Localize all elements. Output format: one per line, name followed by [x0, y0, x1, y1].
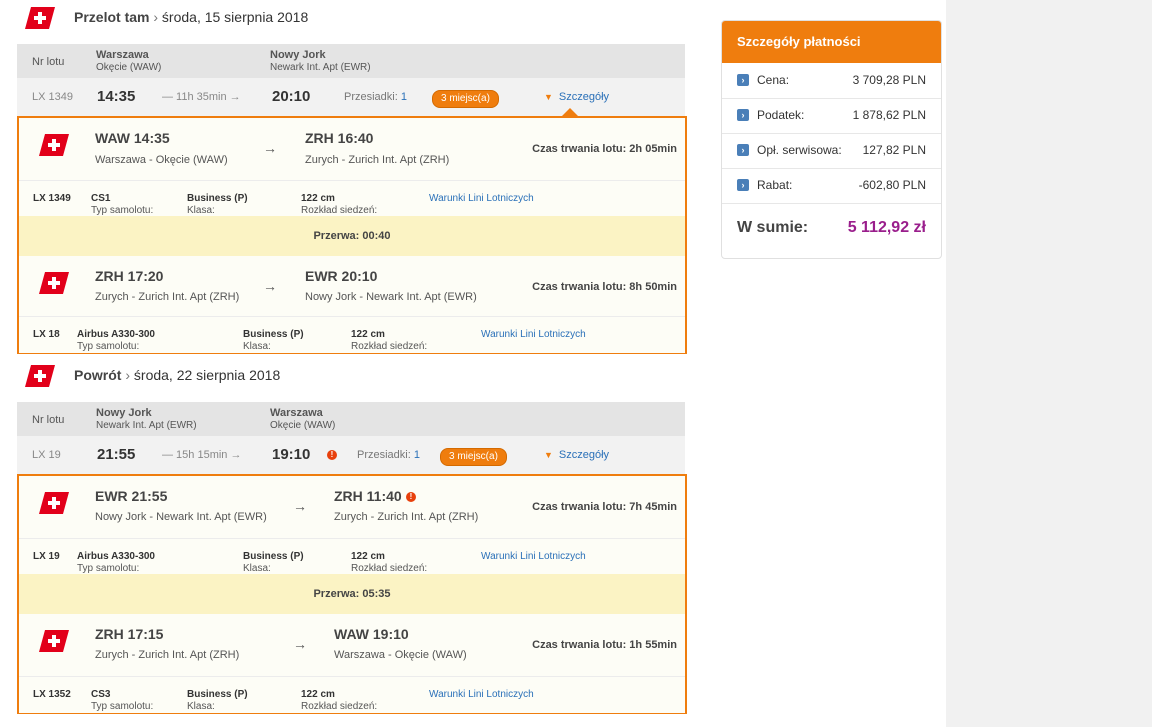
swiss-airline-logo: [39, 630, 69, 652]
return-details: EWR 21:55 Nowy Jork - Newark Int. Apt (E…: [17, 474, 687, 714]
swiss-airline-logo: [25, 365, 55, 387]
arrow-right-icon: →: [263, 278, 277, 294]
outbound-table-header: Nr lotu Warszawa Okęcie (WAW) Nowy Jork Ne…: [17, 44, 685, 78]
arrow-right-icon: →: [263, 140, 277, 156]
payment-row-service-fee[interactable]: › Opł. serwisowa: 127,82 PLN: [722, 133, 941, 169]
chevron-right-icon: ›: [737, 109, 749, 121]
leg-meta: LX 18 Typ samolotu: Airbus A330-300 Klas…: [19, 316, 685, 353]
leg-meta: LX 19 Typ samolotu: Airbus A330-300 Klas…: [19, 538, 685, 575]
chevron-right-icon: ›: [737, 74, 749, 86]
swiss-airline-logo: [39, 134, 69, 156]
payment-total: W sumie: 5 112,92 zł: [737, 219, 926, 236]
leg: EWR 21:55 Nowy Jork - Newark Int. Apt (E…: [19, 476, 685, 538]
chevron-right-icon: ›: [737, 144, 749, 156]
return-summary-row[interactable]: LX 19 21:55 — 15h 15min → 19:10 ! Przesi…: [17, 436, 685, 474]
outbound-summary-row[interactable]: LX 1349 14:35 — 11h 35min → 20:10 Przesi…: [17, 78, 685, 116]
details-toggle[interactable]: ▼ Szczegóły: [544, 91, 609, 103]
chevron-right-icon: ›: [737, 179, 749, 191]
airline-terms-link[interactable]: Warunki Lini Lotniczych: [429, 689, 534, 700]
warning-icon: !: [327, 450, 337, 460]
seats-badge: 3 miejsc(a): [432, 90, 499, 108]
return-table-header: Nr lotu Nowy Jork Newark Int. Apt (EWR) W…: [17, 402, 685, 436]
details-toggle[interactable]: ▼ Szczegóły: [544, 449, 609, 461]
layover-bar: Przerwa: 00:40: [19, 216, 685, 256]
warning-icon: !: [406, 492, 416, 502]
leg: ZRH 17:20 Zurych - Zurich Int. Apt (ZRH)…: [19, 256, 685, 316]
seats-badge: 3 miejsc(a): [440, 448, 507, 466]
arrow-right-icon: →: [293, 636, 307, 652]
payment-row-price[interactable]: › Cena: 3 709,28 PLN: [722, 63, 941, 99]
arrow-right-icon: →: [293, 498, 307, 514]
total-amount: 5 112,92 zł: [847, 219, 926, 236]
outbound-details: WAW 14:35 Warszawa - Okęcie (WAW) → ZRH …: [17, 116, 687, 354]
leg-meta: LX 1352 Typ samolotu: CS3 Klasa: Busines…: [19, 676, 685, 713]
payment-title: Szczegóły płatności: [722, 21, 941, 63]
payment-summary: Szczegóły płatności › Cena: 3 709,28 PLN …: [721, 20, 942, 259]
swiss-airline-logo: [39, 272, 69, 294]
airline-terms-link[interactable]: Warunki Lini Lotniczych: [429, 193, 534, 204]
swiss-airline-logo: [39, 492, 69, 514]
return-heading: Powrót › środa, 22 sierpnia 2018: [74, 367, 281, 383]
swiss-airline-logo: [25, 7, 55, 29]
outbound-heading: Przelot tam › środa, 15 sierpnia 2018: [74, 9, 309, 25]
payment-row-tax[interactable]: › Podatek: 1 878,62 PLN: [722, 98, 941, 134]
payment-row-discount[interactable]: › Rabat: -602,80 PLN: [722, 168, 941, 204]
layover-bar: Przerwa: 05:35: [19, 574, 685, 614]
airline-terms-link[interactable]: Warunki Lini Lotniczych: [481, 329, 586, 340]
leg: ZRH 17:15 Zurych - Zurich Int. Apt (ZRH)…: [19, 614, 685, 676]
leg: WAW 14:35 Warszawa - Okęcie (WAW) → ZRH …: [19, 118, 685, 180]
airline-terms-link[interactable]: Warunki Lini Lotniczych: [481, 551, 586, 562]
leg-meta: LX 1349 Typ samolotu: CS1 Klasa: Busines…: [19, 180, 685, 217]
